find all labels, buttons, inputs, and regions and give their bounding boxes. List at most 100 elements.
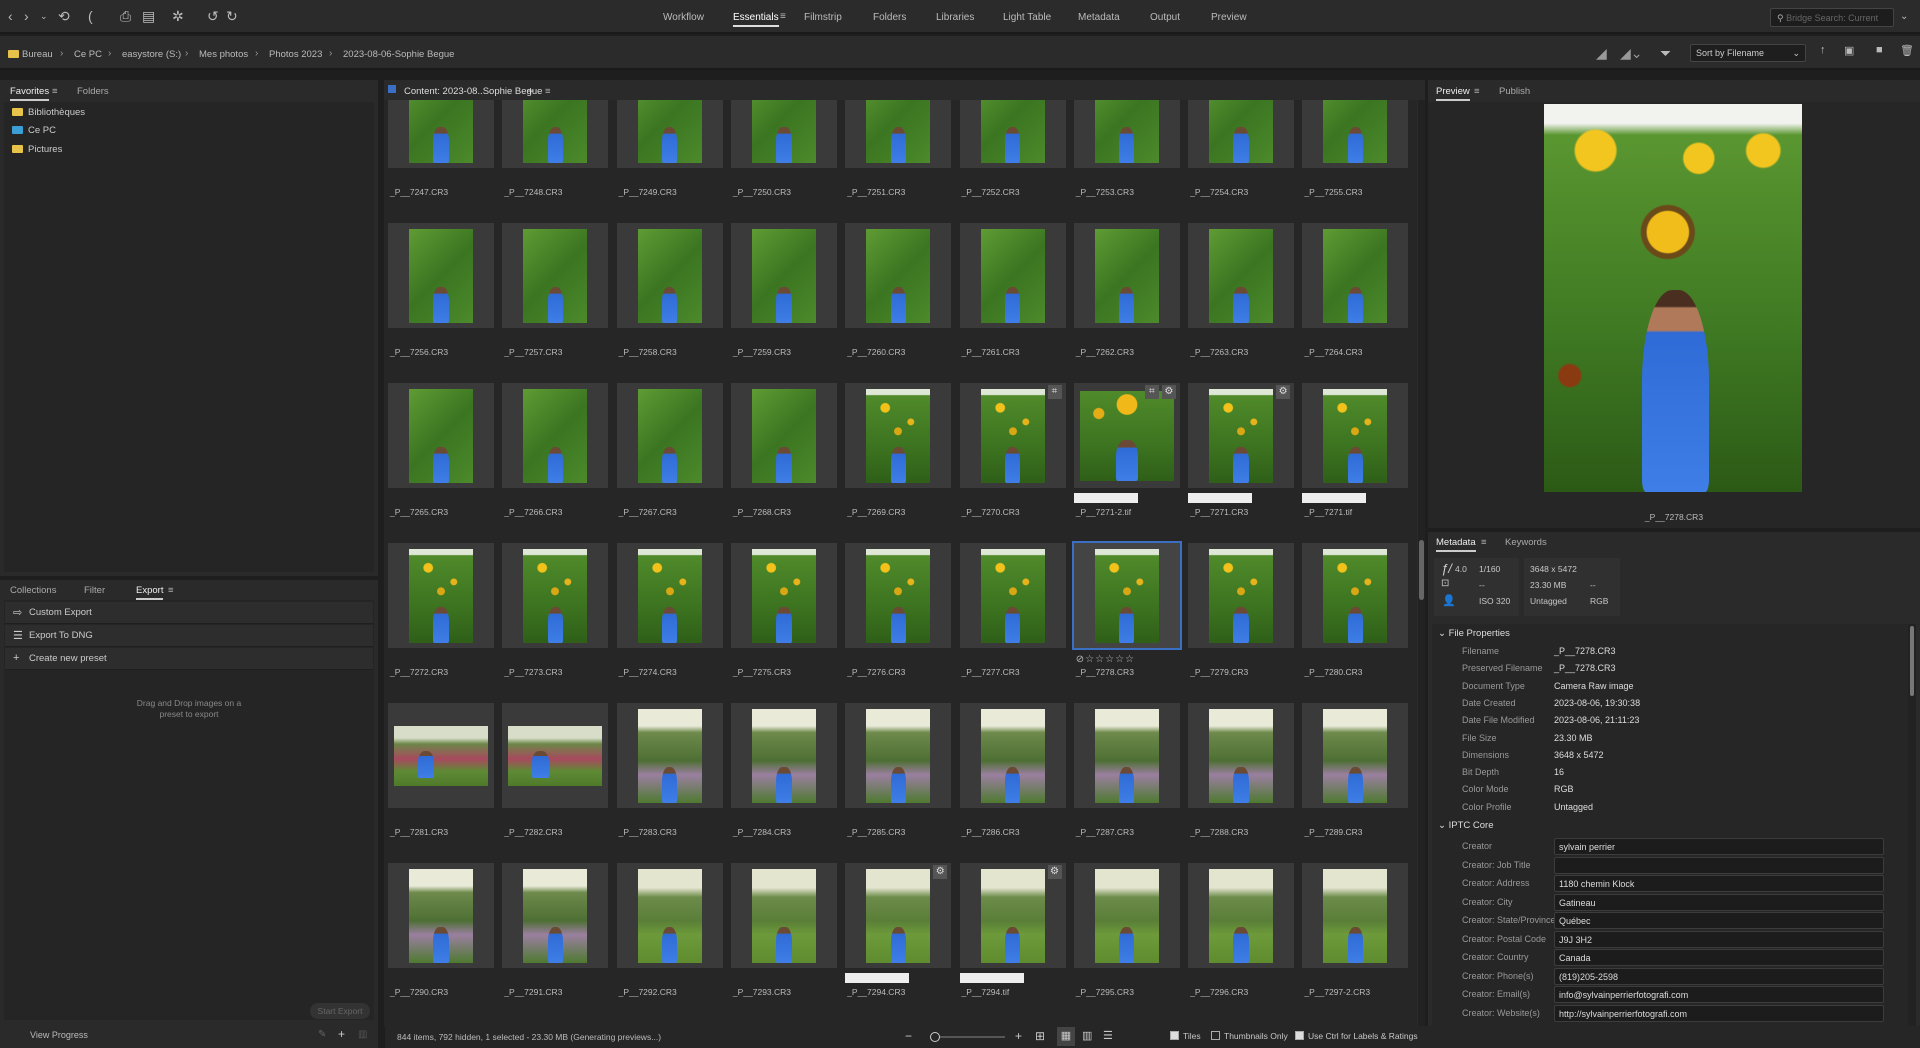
thumbnail-size-slider[interactable]	[930, 1032, 1005, 1042]
thumbnail-image[interactable]	[866, 868, 931, 963]
new-folder-icon[interactable]: ■	[1876, 44, 1883, 56]
workspace-tab-essentials[interactable]: Essentials	[733, 12, 779, 27]
thumbnail-image[interactable]	[1079, 390, 1174, 481]
thumbnail-filename[interactable]: _P__7291.CR3	[504, 987, 562, 997]
scrollbar-thumb[interactable]	[1419, 540, 1424, 600]
add-tab-icon[interactable]: +	[527, 84, 534, 98]
sort-dropdown[interactable]: Sort by Filename ⌄	[1690, 44, 1806, 62]
tab-metadata[interactable]: Metadata	[1436, 537, 1476, 552]
thumbnail-image[interactable]	[523, 388, 588, 483]
thumbnail-filename[interactable]: _P__7281.CR3	[390, 827, 448, 837]
thumbnail-filename[interactable]: _P__7283.CR3	[619, 827, 677, 837]
thumbnail-cell[interactable]	[502, 223, 609, 328]
thumbnail-cell[interactable]	[616, 100, 723, 168]
tab-favorites[interactable]: Favorites	[10, 86, 50, 101]
thumbnail-filename[interactable]: _P__7248.CR3	[504, 187, 562, 197]
workspace-tab-filmstrip[interactable]: Filmstrip	[804, 12, 842, 23]
thumbnail-image[interactable]	[980, 548, 1045, 643]
thumbnail-cell[interactable]	[959, 703, 1066, 808]
slider-handle[interactable]	[930, 1032, 940, 1042]
thumbnail-cell[interactable]	[388, 863, 494, 968]
thumbnail-image[interactable]	[637, 708, 702, 803]
thumbnail-cell[interactable]	[1188, 863, 1295, 968]
thumbnail-filename[interactable]: _P__7296.CR3	[1190, 987, 1248, 997]
thumbnail-filename[interactable]: _P__7275.CR3	[733, 667, 791, 677]
thumbnail-image[interactable]	[523, 100, 588, 163]
details-view-icon[interactable]: ▥	[1082, 1029, 1092, 1042]
thumbnail-image[interactable]	[866, 708, 931, 803]
thumbnail-filename[interactable]: _P__7279.CR3	[1190, 667, 1248, 677]
thumbnail-cell[interactable]	[1302, 100, 1409, 168]
thumbnail-filename[interactable]: _P__7253.CR3	[1076, 187, 1134, 197]
thumbnail-cell[interactable]	[616, 383, 723, 488]
thumbnail-filename[interactable]: _P__7258.CR3	[619, 347, 677, 357]
iptc-core-toggle[interactable]: ⌄ IPTC Core	[1438, 820, 1493, 831]
workspace-tab-libraries[interactable]: Libraries	[936, 12, 974, 23]
thumbnail-filename[interactable]: _P__7249.CR3	[619, 187, 677, 197]
thumbnail-filename[interactable]: _P__7286.CR3	[962, 827, 1020, 837]
thumbnail-filename[interactable]: _P__7282.CR3	[504, 827, 562, 837]
favorite-item-bibliotheques[interactable]: Bibliothèques	[12, 107, 85, 118]
tab-folders[interactable]: Folders	[77, 86, 109, 97]
thumbnail-cell[interactable]	[730, 383, 837, 488]
thumbnail-image[interactable]	[866, 100, 931, 163]
thumbnail-filename[interactable]: _P__7290.CR3	[390, 987, 448, 997]
thumbnail-filename[interactable]: _P__7252.CR3	[962, 187, 1020, 197]
list-view-icon[interactable]: ☰	[1103, 1029, 1113, 1042]
thumbnail-image[interactable]	[866, 548, 931, 643]
thumbnail-image[interactable]	[637, 228, 702, 323]
thumbnail-filename[interactable]: _P__7277.CR3	[962, 667, 1020, 677]
tab-export[interactable]: Export	[136, 585, 164, 600]
thumbnail-cell[interactable]	[845, 100, 952, 168]
thumbnail-cell[interactable]	[845, 543, 952, 648]
thumbnail-filename[interactable]: _P__7250.CR3	[733, 187, 791, 197]
thumbnail-cell[interactable]	[730, 863, 837, 968]
add-icon[interactable]: +	[338, 1027, 345, 1041]
thumbnail-filename[interactable]: _P__7247.CR3	[390, 187, 448, 197]
thumbnail-filename[interactable]: _P__7289.CR3	[1304, 827, 1362, 837]
thumbnail-image[interactable]	[409, 548, 473, 643]
favorite-item-ce-pc[interactable]: Ce PC	[12, 125, 56, 136]
panel-menu-icon[interactable]: ≡	[1474, 86, 1480, 97]
thumbnail-filename[interactable]: _P__7263.CR3	[1190, 347, 1248, 357]
thumbnail-cell[interactable]	[1302, 223, 1409, 328]
open-recent-icon[interactable]: ▣	[1844, 44, 1854, 57]
thumbnail-cell[interactable]	[959, 223, 1066, 328]
breadcrumb-item[interactable]: 2023-08-06-Sophie Begue	[343, 49, 454, 60]
thumbnail-cell[interactable]	[845, 703, 952, 808]
export-preset-dng[interactable]: ☰ Export To DNG	[5, 625, 373, 647]
thumbnail-cell[interactable]	[730, 543, 837, 648]
thumbnail-image[interactable]	[866, 228, 931, 323]
ctrl-labels-checkbox[interactable]: Use Ctrl for Labels & Ratings	[1295, 1031, 1418, 1041]
thumbnail-image[interactable]	[409, 388, 473, 483]
thumbnail-image[interactable]	[980, 388, 1045, 483]
breadcrumb-item[interactable]: Ce PC	[74, 49, 102, 60]
filter-icon[interactable]: ⏷	[1660, 45, 1671, 62]
thumbnail-image[interactable]	[751, 708, 816, 803]
thumbnail-filename[interactable]: _P__7293.CR3	[733, 987, 791, 997]
thumbnail-cell[interactable]	[845, 223, 952, 328]
iptc-field[interactable]: info@sylvainperrierfotografi.com	[1554, 986, 1884, 1003]
thumbnail-image[interactable]	[409, 100, 473, 163]
iptc-field[interactable]	[1554, 856, 1884, 874]
thumbnail-image[interactable]	[637, 548, 702, 643]
thumbnail-image[interactable]	[409, 868, 473, 963]
workspace-menu-icon[interactable]: ≡	[780, 11, 786, 22]
panel-menu-icon[interactable]: ≡	[168, 585, 174, 596]
thumbnail-image[interactable]	[523, 548, 588, 643]
thumbnail-image[interactable]	[1209, 100, 1274, 163]
thumbnail-filename[interactable]: _P__7280.CR3	[1304, 667, 1362, 677]
thumbnail-filename[interactable]: _P__7271.tif	[1304, 507, 1352, 517]
tiles-checkbox[interactable]: Tiles	[1170, 1031, 1201, 1041]
thumbnail-filename[interactable]: _P__7273.CR3	[504, 667, 562, 677]
thumbnail-cell[interactable]	[1071, 541, 1182, 650]
thumbnail-filename[interactable]: _P__7256.CR3	[390, 347, 448, 357]
tab-preview[interactable]: Preview	[1436, 86, 1470, 101]
thumbnail-image[interactable]	[1323, 868, 1388, 963]
thumbnail-cell[interactable]	[616, 543, 723, 648]
thumbnail-filename[interactable]: _P__7259.CR3	[733, 347, 791, 357]
thumbnail-filename[interactable]: _P__7287.CR3	[1076, 827, 1134, 837]
thumbnail-filename[interactable]: _P__7261.CR3	[962, 347, 1020, 357]
thumbnail-cell[interactable]	[730, 703, 837, 808]
thumbnail-cell[interactable]	[616, 863, 723, 968]
